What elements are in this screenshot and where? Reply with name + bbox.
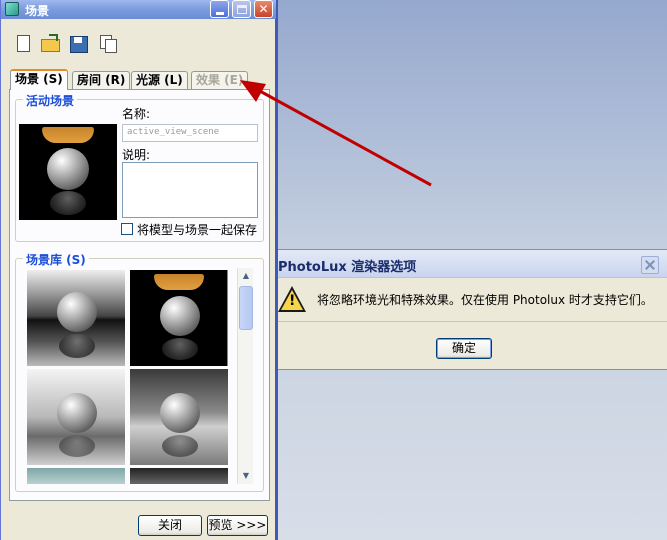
copy-icon[interactable] xyxy=(98,33,118,53)
sphere-shape xyxy=(47,148,89,190)
scene-thumbnail[interactable] xyxy=(27,468,125,484)
sphere-shape xyxy=(57,292,97,332)
tab-room[interactable]: 房间 (R) xyxy=(72,71,131,89)
scene-library-title: 场景库 (S) xyxy=(23,251,89,268)
sphere-reflection xyxy=(162,338,198,360)
dialog-close-icon[interactable] xyxy=(641,256,659,274)
scene-app-icon xyxy=(5,2,19,16)
warning-icon: ! xyxy=(278,286,306,312)
sphere-reflection xyxy=(59,435,95,457)
lamp-shape xyxy=(42,127,94,143)
scene-thumbnail[interactable] xyxy=(130,270,228,366)
active-scene-preview xyxy=(19,124,117,220)
sphere-reflection xyxy=(162,435,198,457)
tab-lights[interactable]: 光源 (L) xyxy=(131,71,188,89)
maximize-button[interactable] xyxy=(232,0,251,18)
save-with-model-checkbox[interactable] xyxy=(121,223,133,235)
name-label: 名称: xyxy=(122,107,151,121)
warning-glyph: ! xyxy=(289,293,296,309)
scene-thumbnail[interactable] xyxy=(27,270,125,366)
close-button[interactable]: 关闭 xyxy=(138,515,202,536)
dialog-message: 将忽略环境光和特殊效果。仅在使用 Photolux 时才支持它们。 xyxy=(317,293,653,307)
scrollbar-thumb[interactable] xyxy=(239,286,253,330)
preview-button[interactable]: 预览 >>> xyxy=(207,515,268,536)
sphere-shape xyxy=(160,393,200,433)
close-window-button[interactable]: ✕ xyxy=(254,0,273,18)
renderer-options-dialog: PhotoLux 渲染器选项 ! 将忽略环境光和特殊效果。仅在使用 Photol… xyxy=(278,249,667,370)
scene-thumbnail[interactable] xyxy=(130,369,228,465)
arrow-head xyxy=(240,80,266,102)
lamp-shape xyxy=(154,274,204,290)
sphere-reflection xyxy=(50,191,86,215)
save-icon[interactable] xyxy=(69,33,89,53)
scene-thumbnail[interactable] xyxy=(27,369,125,465)
save-with-model-label: 将模型与场景一起保存 xyxy=(137,223,258,237)
sphere-shape xyxy=(160,296,200,336)
scroll-down-icon[interactable]: ▼ xyxy=(238,468,254,484)
panel-titlebar: 场景 ✕ xyxy=(1,0,276,19)
open-folder-icon[interactable] xyxy=(40,33,60,53)
minimize-icon xyxy=(216,12,224,15)
tab-scene[interactable]: 场景 (S) xyxy=(10,69,68,90)
ok-button[interactable]: 确定 xyxy=(436,338,492,359)
description-label: 说明: xyxy=(122,148,151,162)
library-scrollbar[interactable]: ▲ ▼ xyxy=(237,268,253,484)
dialog-titlebar: PhotoLux 渲染器选项 xyxy=(278,250,667,278)
active-scene-title: 活动场景 xyxy=(23,92,78,109)
dialog-divider xyxy=(278,321,667,322)
maximize-icon xyxy=(237,5,247,14)
scroll-up-icon[interactable]: ▲ xyxy=(238,268,254,284)
scene-library-grid xyxy=(25,268,229,484)
annotation-arrow xyxy=(240,80,432,187)
panel-title: 场景 xyxy=(25,4,50,18)
sphere-shape xyxy=(57,393,97,433)
minimize-button[interactable] xyxy=(210,0,229,18)
arrow-shaft xyxy=(257,88,432,187)
sphere-reflection xyxy=(59,334,95,358)
dialog-title: PhotoLux 渲染器选项 xyxy=(278,260,417,275)
new-document-icon[interactable] xyxy=(13,33,33,53)
scene-thumbnail[interactable] xyxy=(130,468,228,484)
